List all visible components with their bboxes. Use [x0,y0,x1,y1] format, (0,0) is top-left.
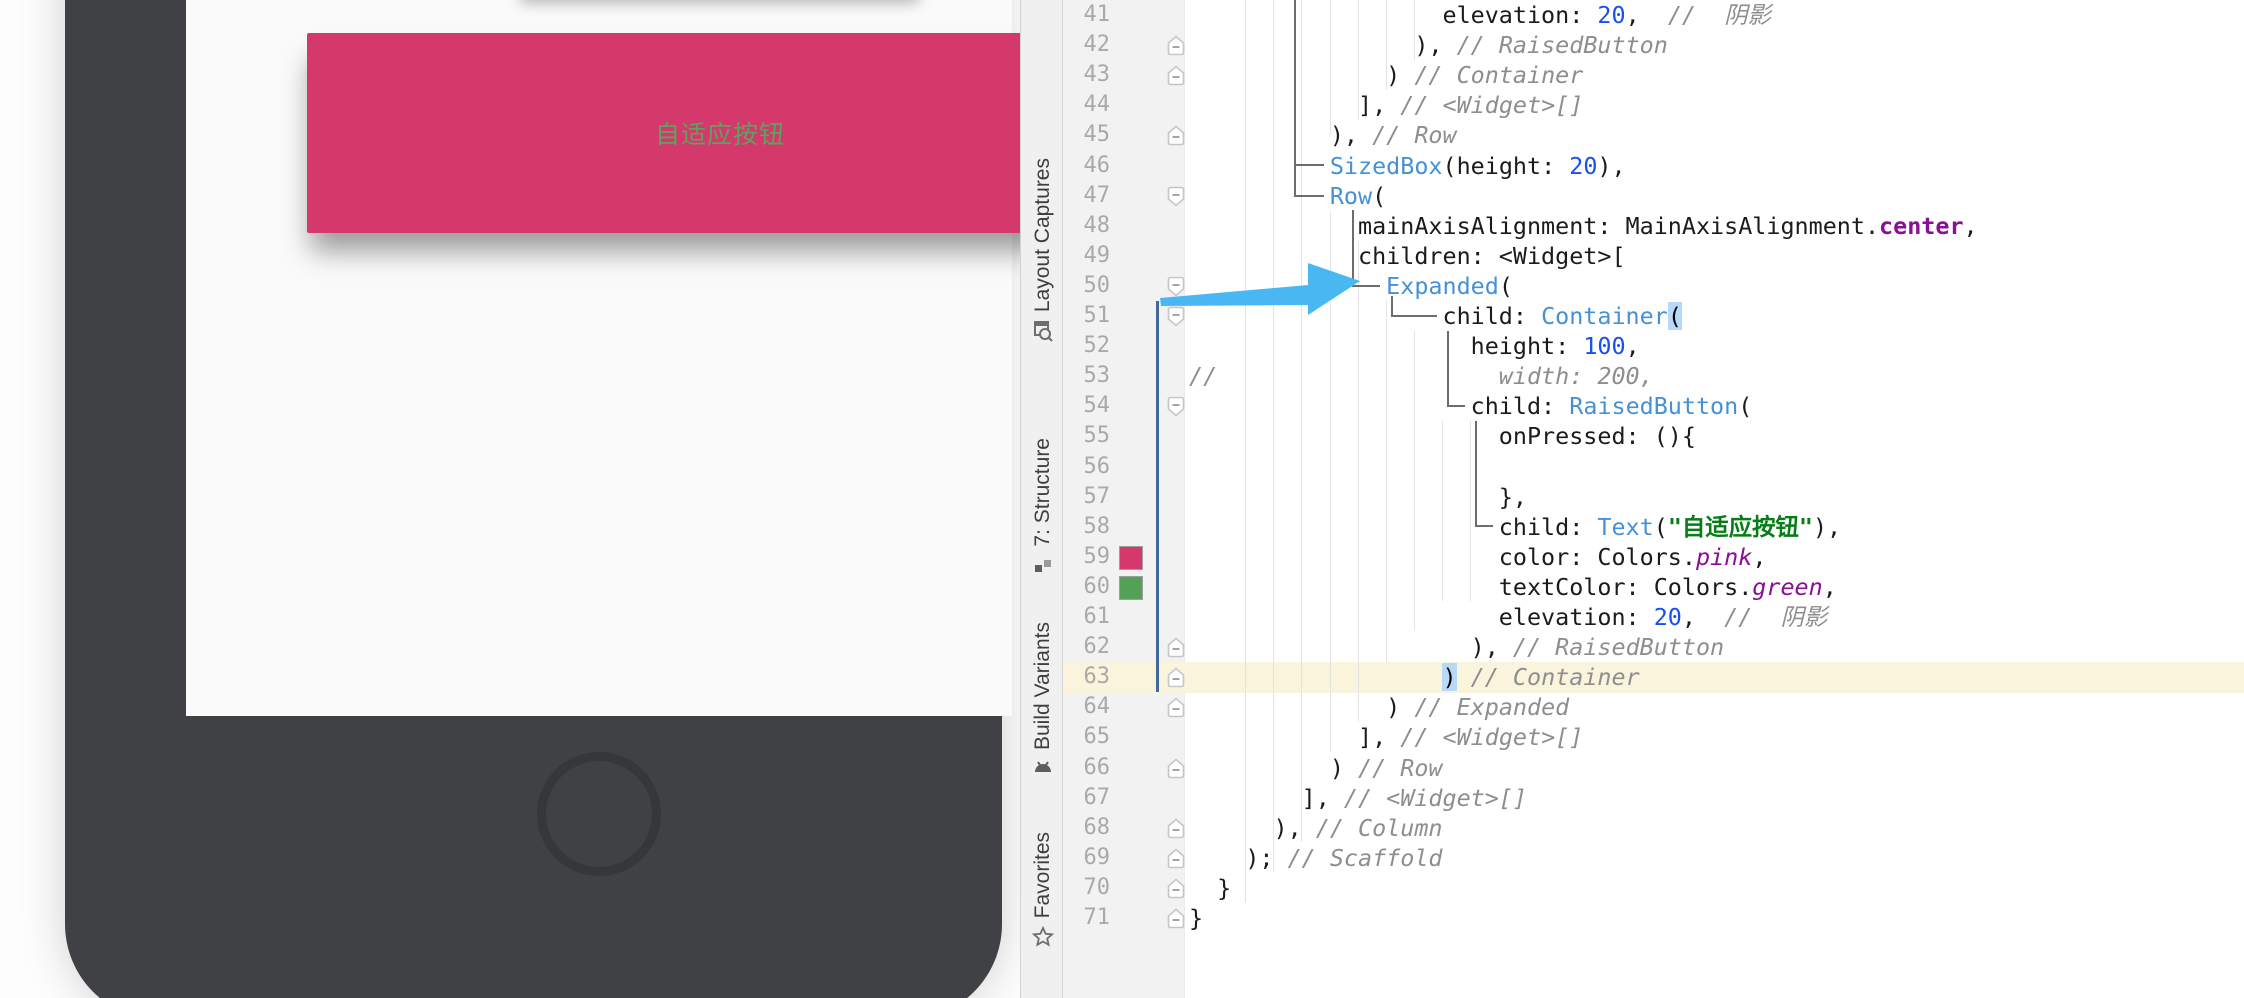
line-number: 70 [1073,873,1110,903]
app-button-adaptive[interactable]: 自适应按钮 [307,33,1020,233]
code-line[interactable]: onPressed: (){ [1189,421,1696,451]
code-line[interactable]: } [1189,903,1203,933]
fold-end-marker[interactable] [1167,878,1185,899]
phone-screen: 普通按钮 设置按钮宽度高度 自适应按钮 [186,0,1012,716]
code-line[interactable]: mainAxisAlignment: MainAxisAlignment.cen… [1189,211,1978,241]
code-line[interactable]: ) // Row [1189,753,1443,783]
phone-frame: 普通按钮 设置按钮宽度高度 自适应按钮 [65,0,1002,998]
code-line[interactable]: elevation: 20, // 阴影 [1189,602,1827,632]
code-line[interactable]: ], // <Widget>[] [1189,722,1583,752]
line-number: 58 [1073,512,1110,542]
tool-window-layout-captures[interactable]: Layout Captures [1021,158,1064,342]
code-line[interactable]: child: Text("自适应按钮"), [1189,512,1841,542]
code-line[interactable]: }, [1189,482,1527,512]
code-line[interactable]: child: Container( [1189,301,1682,331]
fold-end-marker[interactable] [1167,65,1185,86]
fold-end-marker[interactable] [1167,667,1185,688]
brace-scope-line [1156,301,1159,692]
line-number: 66 [1073,753,1110,783]
code-line[interactable]: ) // Container [1189,60,1583,90]
code-line[interactable]: ) // Container [1189,662,1640,692]
fold-end-marker[interactable] [1167,35,1185,56]
line-number: 51 [1073,301,1110,331]
build-variants-icon [1032,758,1054,780]
tool-window-build-variants[interactable]: Build Variants [1021,622,1064,780]
line-number: 41 [1073,0,1110,30]
home-button[interactable] [537,752,661,876]
code-line[interactable]: ), // RaisedButton [1189,632,1724,662]
line-number: 64 [1073,692,1110,722]
fold-start-marker[interactable] [1167,306,1185,327]
layout-captures-icon [1032,320,1054,342]
code-line[interactable]: ), // RaisedButton [1189,30,1668,60]
line-number: 57 [1073,482,1110,512]
tool-window-label: Layout Captures [1031,158,1055,312]
line-number: 48 [1073,211,1110,241]
code-line[interactable]: SizedBox(height: 20), [1189,151,1626,181]
code-line[interactable]: ); // Scaffold [1189,843,1442,873]
tool-window-label: Favorites [1031,832,1055,918]
fold-start-marker[interactable] [1167,186,1185,207]
line-number: 52 [1073,331,1110,361]
line-number: 71 [1073,903,1110,933]
code-line[interactable]: color: Colors.pink, [1189,542,1766,572]
line-number: 55 [1073,421,1110,451]
code-line[interactable]: height: 100, [1189,331,1640,361]
fold-end-marker[interactable] [1167,125,1185,146]
line-number: 65 [1073,722,1110,752]
code-line[interactable]: children: <Widget>[ [1189,241,1626,271]
code-line[interactable]: textColor: Colors.green, [1189,572,1837,602]
code-line[interactable]: Row( [1189,181,1386,211]
fold-end-marker[interactable] [1167,637,1185,658]
line-number: 45 [1073,120,1110,150]
device-preview-zone: 普通按钮 设置按钮宽度高度 自适应按钮 [0,0,1020,998]
line-number: 59 [1073,542,1110,572]
line-number: 68 [1073,813,1110,843]
code-line[interactable]: ), // Row [1189,120,1457,150]
tool-window-label: Build Variants [1031,622,1055,750]
fold-start-marker[interactable] [1167,396,1185,417]
code-line[interactable]: child: RaisedButton( [1189,391,1752,421]
code-line[interactable]: Expanded( [1189,271,1513,301]
line-number: 61 [1073,602,1110,632]
fold-end-marker[interactable] [1167,818,1185,839]
gutter-color-swatch[interactable] [1119,546,1143,570]
line-number: 56 [1073,452,1110,482]
tool-window-favorites[interactable]: Favorites [1021,832,1064,948]
line-number: 43 [1073,60,1110,90]
fold-end-marker[interactable] [1167,697,1185,718]
code-line[interactable]: elevation: 20, // 阴影 [1189,0,1771,30]
line-number: 67 [1073,783,1110,813]
code-editor[interactable]: 4142434445464748495051525354555657585960… [1063,0,2244,998]
code-line[interactable]: // width: 200, [1189,361,1654,391]
line-number: 46 [1073,151,1110,181]
line-number: 69 [1073,843,1110,873]
favorites-icon [1032,926,1054,948]
fold-end-marker[interactable] [1167,758,1185,779]
line-number: 53 [1073,361,1110,391]
tool-window-structure[interactable]: 7: Structure [1021,438,1064,577]
line-number: 50 [1073,271,1110,301]
line-number: 47 [1073,181,1110,211]
line-number: 44 [1073,90,1110,120]
line-number: 63 [1073,662,1110,692]
tool-window-label: 7: Structure [1031,438,1055,547]
tool-window-bar: Layout Captures 7: Structure Build Varia… [1020,0,1063,998]
gutter-color-swatch[interactable] [1119,576,1143,600]
fold-end-marker[interactable] [1167,848,1185,869]
code-line[interactable]: ], // <Widget>[] [1189,783,1527,813]
code-text[interactable]: elevation: 20, // 阴影 ), // RaisedButton … [1189,0,2244,998]
line-number: 54 [1073,391,1110,421]
structure-icon [1032,555,1054,577]
line-number: 42 [1073,30,1110,60]
line-number: 60 [1073,572,1110,602]
code-line[interactable]: ), // Column [1189,813,1443,843]
line-number: 62 [1073,632,1110,662]
fold-start-marker[interactable] [1167,276,1185,297]
line-number: 49 [1073,241,1110,271]
code-line[interactable]: } [1189,873,1231,903]
code-line[interactable]: ) // Expanded [1189,692,1569,722]
fold-end-marker[interactable] [1167,908,1185,929]
code-line[interactable]: ], // <Widget>[] [1189,90,1583,120]
